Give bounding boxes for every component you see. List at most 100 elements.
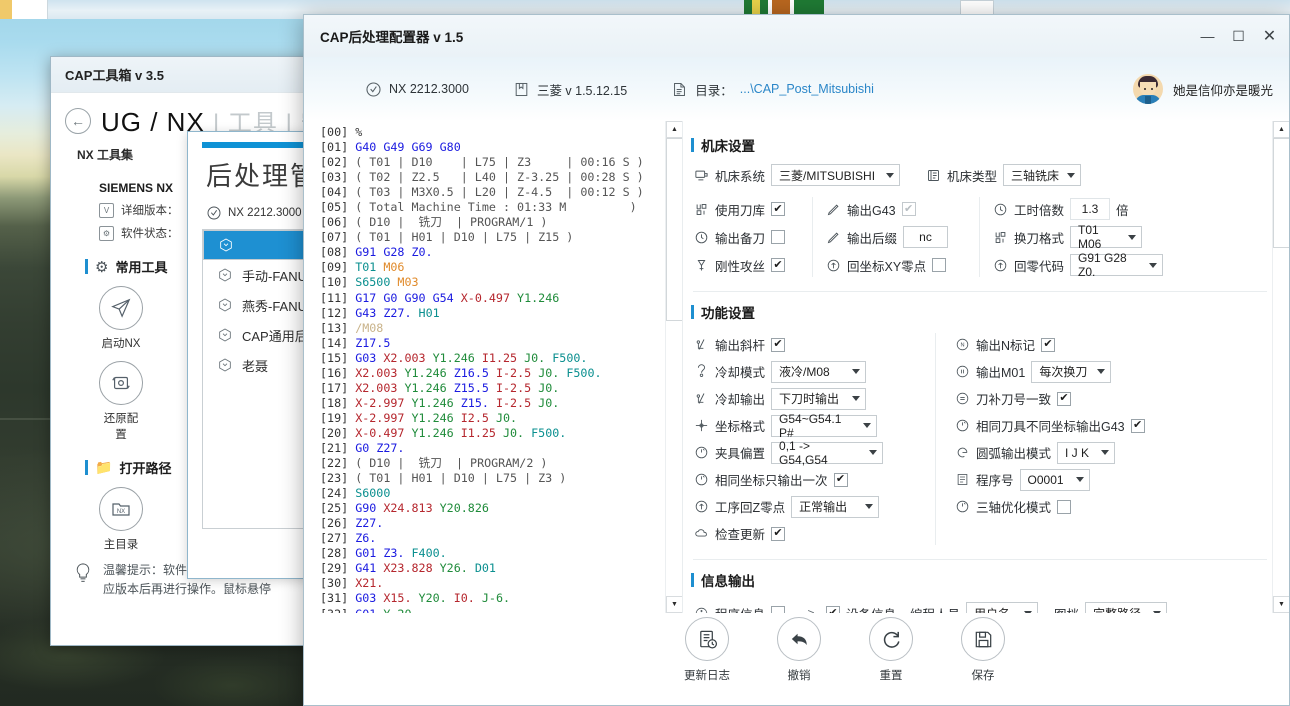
scroll-up-arrow-icon[interactable]: ▲ xyxy=(666,121,683,138)
reset-button[interactable]: 重置 xyxy=(861,617,921,683)
out-spare-tool-checkbox[interactable] xyxy=(771,230,786,244)
reset-icon xyxy=(869,617,913,661)
output-n-mark-field[interactable]: N 输出N标记 xyxy=(954,331,1219,358)
scroll-up-arrow-icon[interactable]: ▲ xyxy=(1273,121,1289,138)
same-tool-diff-coord-g43-field[interactable]: 相同刀具不同坐标输出G43 xyxy=(954,412,1219,439)
same-coord-once-field[interactable]: 相同坐标只输出一次 xyxy=(693,466,925,493)
save-icon xyxy=(961,617,1005,661)
header-directory[interactable]: 目录： ...\CAP_Post_Mitsubishi xyxy=(671,80,874,99)
home-code-select[interactable]: G91 G28 Z0. xyxy=(1070,251,1164,279)
return-xy-zero-checkbox[interactable] xyxy=(932,258,947,272)
program-info-checkbox[interactable] xyxy=(771,606,786,613)
rigid-tapping-field[interactable]: 刚性攻丝 xyxy=(693,251,800,279)
coolant-output-select[interactable]: 下刀时输出 xyxy=(771,387,867,410)
gcode-scrollbar[interactable]: ▲ ▼ xyxy=(665,121,683,613)
arc-output-mode-field[interactable]: 圆弧输出模式 I J K xyxy=(954,439,1219,466)
tool-change-format-field[interactable]: 换刀格式 T01 M06 xyxy=(992,223,1172,251)
process-return-z-field[interactable]: 工序回Z零点 正常输出 xyxy=(693,493,925,520)
device-info-checkbox[interactable] xyxy=(826,606,841,613)
drawing-label: 图档 xyxy=(1054,604,1079,614)
coord-format-select[interactable]: G54~G54.1 P# xyxy=(771,412,878,440)
home-code-field[interactable]: 回零代码 G91 G28 Z0. xyxy=(992,251,1172,279)
scroll-thumb[interactable] xyxy=(666,138,683,321)
maximize-button[interactable]: ☐ xyxy=(1223,21,1254,51)
gcode-token: Y1.246 xyxy=(411,425,461,440)
gcode-listing[interactable]: [00] % [01] G40 G49 G69 G80 [02] ( T01 | D… xyxy=(320,125,658,613)
drawing-select[interactable]: 完整路径 xyxy=(1085,602,1168,613)
coolant-mode-field[interactable]: 冷却模式 液冷/M08 xyxy=(693,358,925,385)
same-tool-diff-coord-g43-checkbox[interactable] xyxy=(1130,418,1145,433)
use-magazine-field[interactable]: 使用刀库 xyxy=(693,195,800,223)
output-m01-field[interactable]: 输出M01 每次换刀 xyxy=(954,358,1219,385)
minimize-button[interactable]: — xyxy=(1192,21,1223,51)
close-button[interactable]: ✕ xyxy=(1254,21,1285,51)
machine-type-field[interactable]: 机床类型 三轴铣床 xyxy=(925,164,1082,186)
user-area[interactable]: 她是信仰亦是暖光 xyxy=(1132,74,1273,104)
scroll-thumb[interactable] xyxy=(1273,138,1289,248)
gcode-token: G90 xyxy=(355,501,384,516)
output-slash-field[interactable]: 输出斜杆 xyxy=(693,331,925,358)
undo-button[interactable]: 撤销 xyxy=(769,617,829,683)
programmer-select[interactable]: 用户名 xyxy=(966,602,1039,613)
machine-type-select[interactable]: 三轴铣床 xyxy=(1003,164,1082,186)
restore-config-icon xyxy=(99,361,143,405)
comp-number-match-checkbox[interactable] xyxy=(1057,391,1072,406)
program-number-select[interactable]: O0001 xyxy=(1019,468,1090,491)
fixture-offset-field[interactable]: 夹具偏置 0,1 -> G54,G54 xyxy=(693,439,925,467)
use-magazine-checkbox[interactable] xyxy=(771,202,786,216)
machine-system-field[interactable]: 机床系统 三菱/MITSUBISHI xyxy=(693,164,901,186)
gcode-token: Z27. xyxy=(376,440,405,455)
out-spare-tool-field[interactable]: 输出备刀 xyxy=(693,223,800,251)
coolant-mode-select[interactable]: 液冷/M08 xyxy=(771,360,867,383)
settings-scrollbar[interactable]: ▲ ▼ xyxy=(1272,121,1289,613)
tool-change-format-select[interactable]: T01 M06 xyxy=(1070,223,1143,251)
out-g43-field[interactable]: 输出G43 xyxy=(825,195,967,223)
three-axis-optimize-checkbox[interactable] xyxy=(1057,499,1072,514)
coord-format-field[interactable]: 坐标格式 G54~G54.1 P# xyxy=(693,412,925,440)
program-icon xyxy=(954,472,970,488)
time-factor-input[interactable]: 1.3 xyxy=(1070,198,1111,220)
process-return-z-select[interactable]: 正常输出 xyxy=(791,495,880,518)
time-factor-field[interactable]: 工时倍数 1.3 倍 xyxy=(992,195,1172,223)
rigid-tapping-checkbox[interactable] xyxy=(771,258,786,272)
pause-icon xyxy=(954,364,970,380)
cap-post-configurator-window[interactable]: CAP后处理配置器 v 1.5 — ☐ ✕ NX 2212.3000 三菱 v … xyxy=(303,14,1290,706)
coolant-output-field[interactable]: 冷却输出 下刀时输出 xyxy=(693,385,925,412)
scroll-down-arrow-icon[interactable]: ▼ xyxy=(1273,596,1289,613)
changelog-button[interactable]: 更新日志 xyxy=(677,617,737,683)
gcode-line: [05] ( Total Machine Time : 01:33 M ) xyxy=(320,200,658,215)
check-update-checkbox[interactable] xyxy=(771,526,786,541)
gcode-line-number: [04] xyxy=(320,185,356,200)
same-coord-once-checkbox[interactable] xyxy=(833,472,848,487)
arc-output-mode-select[interactable]: I J K xyxy=(1057,441,1116,464)
out-g43-checkbox[interactable] xyxy=(901,202,916,216)
up-arrow-icon xyxy=(693,499,709,515)
out-suffix-field[interactable]: 输出后缀 nc xyxy=(825,223,967,251)
program-number-label: 程序号 xyxy=(976,474,1014,488)
comp-number-match-field[interactable]: 刀补刀号一致 xyxy=(954,385,1219,412)
fixture-offset-select[interactable]: 0,1 -> G54,G54 xyxy=(771,439,884,467)
gcode-token: I-2.5 xyxy=(495,395,539,410)
gcode-token: ( Total Machine Time : 01:33 M ) xyxy=(355,200,637,215)
machine-options-col3: 工时倍数 1.3 倍 换刀格式 T01 M06 回零代码 G91 G28 Z0. xyxy=(992,195,1172,279)
output-slash-checkbox[interactable] xyxy=(771,337,786,352)
settings-pane[interactable]: 机床设置 机床系统 三菱/MITSUBISHI 机床类型 三轴铣床 使用刀库 ✔… xyxy=(682,121,1289,613)
output-n-mark-checkbox[interactable] xyxy=(1041,337,1056,352)
return-xy-zero-field[interactable]: 回坐标XY零点 xyxy=(825,251,967,279)
gcode-line-number: [00] xyxy=(320,125,356,139)
program-number-field[interactable]: 程序号 O0001 xyxy=(954,466,1219,493)
out-suffix-input[interactable]: nc xyxy=(903,226,949,248)
scroll-down-arrow-icon[interactable]: ▼ xyxy=(666,596,683,613)
three-axis-optimize-field[interactable]: 三轴优化模式 xyxy=(954,493,1219,520)
check-update-field[interactable]: 检查更新 xyxy=(693,520,925,547)
back-arrow-icon[interactable]: ← xyxy=(65,107,91,134)
save-button[interactable]: 保存 xyxy=(953,617,1013,683)
gcode-token: Y20.826 xyxy=(439,501,489,516)
machine-system-select[interactable]: 三菱/MITSUBISHI xyxy=(771,164,901,186)
gcode-preview-pane[interactable]: [00] % [01] G40 G49 G69 G80 [02] ( T01 | D… xyxy=(304,121,683,613)
chevron-down-icon xyxy=(852,369,861,374)
header-directory-path[interactable]: ...\CAP_Post_Mitsubishi xyxy=(740,82,874,96)
output-m01-select[interactable]: 每次换刀 xyxy=(1031,360,1112,383)
time-factor-unit: 倍 xyxy=(1116,203,1129,218)
gcode-line-number: [14] xyxy=(320,335,356,350)
